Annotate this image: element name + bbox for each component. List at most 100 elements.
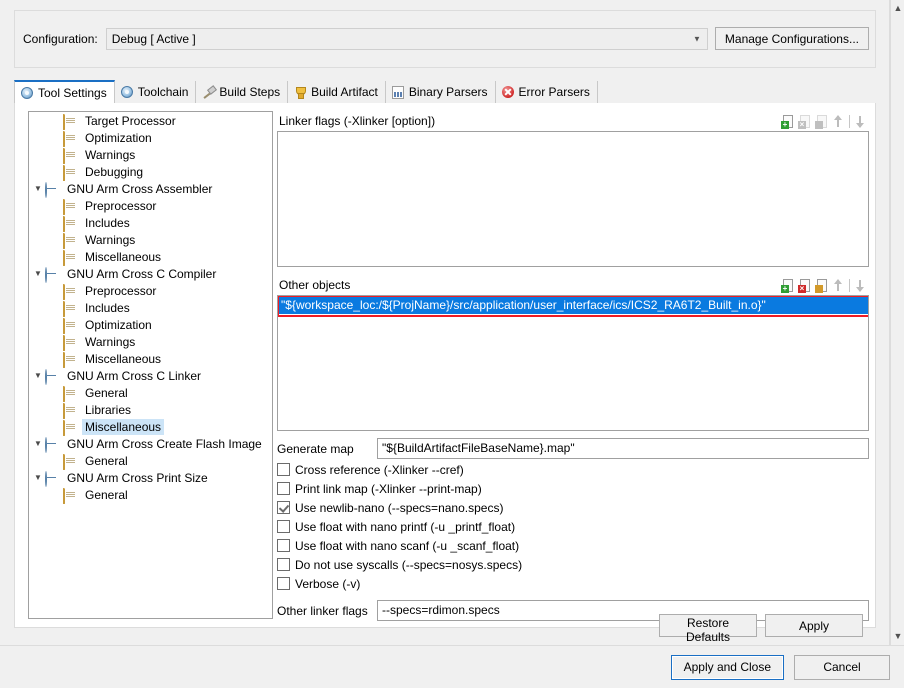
scrollbar-track[interactable]: [891, 17, 904, 628]
tree-item-general[interactable]: General: [29, 486, 272, 503]
delete-icon: ×: [798, 114, 813, 129]
checkbox-unchecked-icon[interactable]: [277, 539, 290, 552]
checkbox-unchecked-icon[interactable]: [277, 558, 290, 571]
chevron-down-icon[interactable]: ▼: [31, 372, 45, 380]
tree-item-gnu-arm-cross-create-flash-image[interactable]: ▼GNU Arm Cross Create Flash Image: [29, 435, 272, 452]
checkbox-row-0[interactable]: Cross reference (-Xlinker --cref): [277, 460, 869, 479]
other-objects-list[interactable]: "${workspace_loc:/${ProjName}/src/applic…: [277, 295, 869, 431]
tool-globe-icon: [45, 437, 61, 451]
checkbox-row-4[interactable]: Use float with nano scanf (-u _scanf_flo…: [277, 536, 869, 555]
leaf-page-icon: [63, 284, 79, 298]
tab-binary-parsers[interactable]: Binary Parsers: [386, 81, 496, 103]
checkbox-row-6[interactable]: Verbose (-v): [277, 574, 869, 593]
chevron-down-icon[interactable]: ▼: [31, 474, 45, 482]
restore-defaults-button[interactable]: Restore Defaults: [659, 614, 757, 637]
tab-label: Toolchain: [138, 85, 189, 99]
tab-build-steps[interactable]: Build Steps: [196, 81, 288, 103]
chevron-up-icon[interactable]: ▲: [891, 0, 904, 17]
linker-flags-list[interactable]: [277, 131, 869, 267]
tree-item-gnu-arm-cross-c-compiler[interactable]: ▼GNU Arm Cross C Compiler: [29, 265, 272, 282]
tree-item-label: Preprocessor: [82, 198, 159, 214]
checkbox-unchecked-icon[interactable]: [277, 482, 290, 495]
checkbox-row-2[interactable]: Use newlib-nano (--specs=nano.specs): [277, 498, 869, 517]
hammer-icon: [201, 85, 215, 99]
tree-item-debugging[interactable]: Debugging: [29, 163, 272, 180]
tree-item-label: Libraries: [82, 402, 134, 418]
tree-item-label: Warnings: [82, 147, 138, 163]
tree-item-miscellaneous[interactable]: Miscellaneous: [29, 350, 272, 367]
leaf-page-icon: [63, 335, 79, 349]
tool-globe-icon: [45, 471, 61, 485]
tab-toolchain[interactable]: Toolchain: [115, 81, 197, 103]
checkbox-row-5[interactable]: Do not use syscalls (--specs=nosys.specs…: [277, 555, 869, 574]
tree-item-gnu-arm-cross-print-size[interactable]: ▼ GNU Arm Cross Print Size: [29, 469, 272, 486]
apply-button[interactable]: Apply: [765, 614, 863, 637]
linker-flags-title: Linker flags (-Xlinker [option]): [279, 114, 781, 128]
tree-item-warnings[interactable]: Warnings: [29, 333, 272, 350]
tree-item-general[interactable]: General: [29, 452, 272, 469]
tree-item-label: GNU Arm Cross Print Size: [64, 470, 211, 486]
checkbox-unchecked-icon[interactable]: [277, 520, 290, 533]
linker-flags-header: Linker flags (-Xlinker [option]) + ×: [277, 111, 869, 131]
binary-file-icon: [391, 85, 405, 99]
tree-item-label: General: [82, 453, 131, 469]
tree-item-label: Includes: [82, 300, 133, 316]
tab-build-artifact[interactable]: Build Artifact: [288, 81, 386, 103]
leaf-page-icon: [63, 488, 79, 502]
tree-item-includes[interactable]: Includes: [29, 214, 272, 231]
tree-item-warnings[interactable]: Warnings: [29, 146, 272, 163]
tree-item-preprocessor[interactable]: Preprocessor: [29, 197, 272, 214]
leaf-page-icon: [63, 386, 79, 400]
chevron-down-icon[interactable]: ▼: [31, 270, 45, 278]
cancel-button[interactable]: Cancel: [794, 655, 890, 680]
chevron-down-icon[interactable]: ▼: [31, 185, 45, 193]
chevron-down-icon[interactable]: ▼: [891, 628, 904, 645]
tab-tool-settings[interactable]: Tool Settings: [14, 80, 115, 103]
tree-item-miscellaneous[interactable]: Miscellaneous: [29, 248, 272, 265]
leaf-page-icon: [63, 420, 79, 434]
tree-item-warnings[interactable]: Warnings: [29, 231, 272, 248]
tool-globe-icon: [45, 182, 61, 196]
tree-item-miscellaneous[interactable]: Miscellaneous: [29, 418, 272, 435]
linker-options-checkbox-list: Cross reference (-Xlinker --cref)Print l…: [277, 460, 869, 593]
dialog-button-bar: Apply and Close Cancel: [0, 645, 904, 688]
tree-item-general[interactable]: General: [29, 384, 272, 401]
tree-item-gnu-arm-cross-assembler[interactable]: ▼GNU Arm Cross Assembler: [29, 180, 272, 197]
checkbox-row-1[interactable]: Print link map (-Xlinker --print-map): [277, 479, 869, 498]
edit-icon: [815, 114, 830, 129]
chevron-down-icon[interactable]: ▼: [31, 440, 45, 448]
add-icon[interactable]: +: [781, 278, 796, 293]
toolbar-separator: [849, 115, 850, 128]
manage-configurations-button[interactable]: Manage Configurations...: [715, 27, 869, 50]
add-icon[interactable]: +: [781, 114, 796, 129]
dialog-scroll-area: Configuration: Debug [ Active ] ▼ Manage…: [0, 0, 890, 645]
configuration-combobox[interactable]: Debug [ Active ] ▼: [106, 28, 708, 50]
generate-map-input[interactable]: "${BuildArtifactFileBaseName}.map": [377, 438, 869, 459]
checkbox-unchecked-icon[interactable]: [277, 577, 290, 590]
leaf-page-icon: [63, 216, 79, 230]
tree-item-optimization[interactable]: Optimization: [29, 316, 272, 333]
tree-item-preprocessor[interactable]: Preprocessor: [29, 282, 272, 299]
tree-item-target-processor[interactable]: Target Processor: [29, 112, 272, 129]
tab-error-parsers[interactable]: Error Parsers: [496, 81, 598, 103]
checkbox-unchecked-icon[interactable]: [277, 463, 290, 476]
checkbox-row-3[interactable]: Use float with nano printf (-u _printf_f…: [277, 517, 869, 536]
leaf-page-icon: [63, 131, 79, 145]
edit-icon[interactable]: [815, 278, 830, 293]
settings-tree[interactable]: Target ProcessorOptimizationWarningsDebu…: [28, 111, 273, 619]
tree-item-label: Miscellaneous: [82, 419, 164, 435]
other-objects-selected-row[interactable]: "${workspace_loc:/${ProjName}/src/applic…: [278, 296, 868, 314]
tree-item-gnu-arm-cross-c-linker[interactable]: ▼GNU Arm Cross C Linker: [29, 367, 272, 384]
checkbox-checked-icon[interactable]: [277, 501, 290, 514]
delete-icon[interactable]: ×: [798, 278, 813, 293]
checkbox-label: Use float with nano printf (-u _printf_f…: [295, 520, 515, 534]
tree-item-libraries[interactable]: Libraries: [29, 401, 272, 418]
dialog-vertical-scrollbar[interactable]: ▲ ▼: [890, 0, 904, 645]
checkbox-label: Verbose (-v): [295, 577, 360, 591]
checkbox-label: Use float with nano scanf (-u _scanf_flo…: [295, 539, 519, 553]
tree-item-includes[interactable]: Includes: [29, 299, 272, 316]
other-objects-header: Other objects + ×: [277, 275, 869, 295]
apply-and-close-button[interactable]: Apply and Close: [671, 655, 784, 680]
tree-item-optimization[interactable]: Optimization: [29, 129, 272, 146]
leaf-page-icon: [63, 233, 79, 247]
